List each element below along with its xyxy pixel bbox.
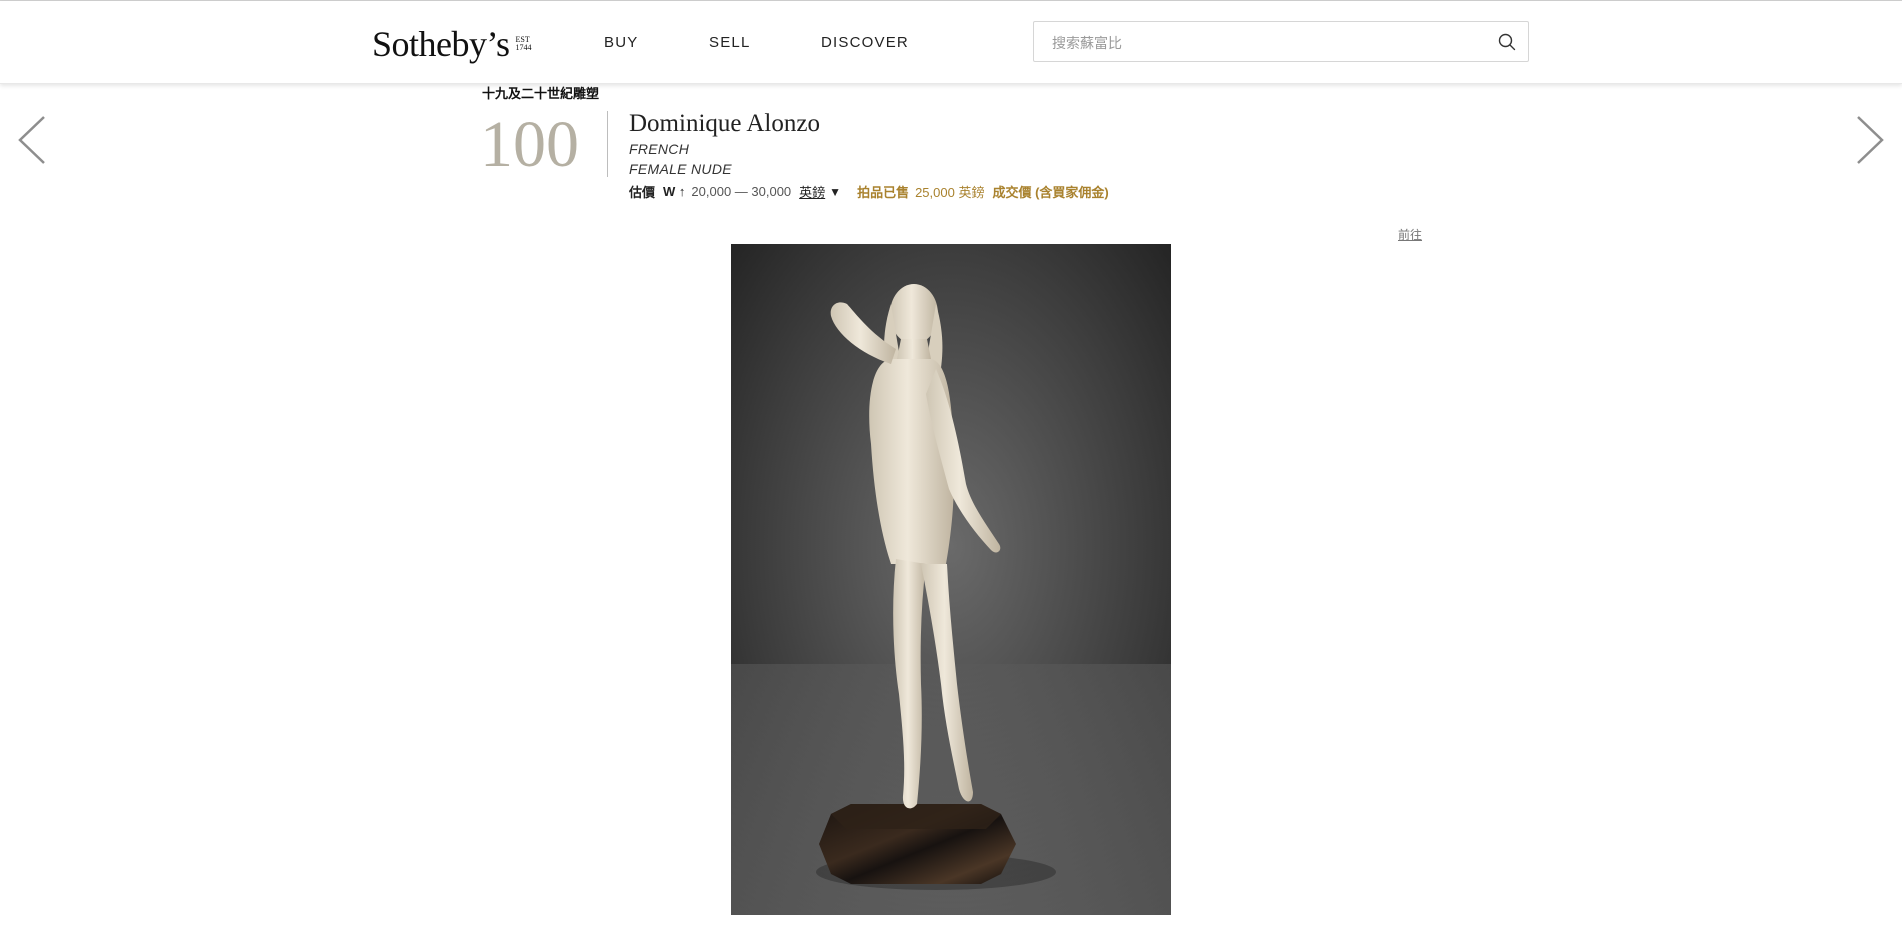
chevron-right-icon[interactable] — [1849, 113, 1889, 167]
estimate-marker: W ↑ — [663, 184, 686, 199]
estimate-range: 20,000 — 30,000 — [691, 184, 792, 199]
caret-down-icon[interactable]: ▼ — [829, 185, 841, 199]
chevron-left-icon[interactable] — [13, 113, 53, 167]
collection-link[interactable]: 十九及二十世紀雕塑 — [482, 83, 599, 102]
estimate-label: 估價 — [629, 185, 656, 200]
goto-link[interactable]: 前往 — [1398, 226, 1422, 243]
search-input[interactable] — [1050, 22, 1484, 63]
logo-est-year: 1744 — [515, 43, 532, 52]
nav-discover[interactable]: DISCOVER — [821, 34, 909, 51]
lot-image[interactable] — [731, 244, 1171, 915]
nav-buy[interactable]: BUY — [604, 34, 638, 51]
lot-number: 100 — [480, 108, 579, 181]
artist-nationality: FRENCH — [629, 141, 690, 157]
site-header: Sotheby’s EST 1744 BUY SELL DISCOVER — [0, 1, 1902, 84]
search-icon[interactable] — [1498, 33, 1516, 51]
sold-premium-note: 成交價 (含買家佣金) — [992, 185, 1109, 200]
currency-selector[interactable]: 英鎊 — [799, 182, 825, 201]
search-box — [1033, 21, 1529, 63]
lot-divider — [607, 111, 608, 177]
sothebys-logo[interactable]: Sotheby’s EST 1744 — [372, 23, 532, 65]
logo-established: EST 1744 — [515, 36, 532, 52]
sold-price: 25,000 英鎊 — [915, 185, 985, 200]
lot-title: FEMALE NUDE — [629, 161, 732, 177]
nav-sell[interactable]: SELL — [709, 34, 751, 51]
sold-label: 拍品已售 — [857, 185, 910, 200]
logo-wordmark: Sotheby’s — [372, 24, 510, 64]
estimate-row: 估價 W ↑ 20,000 — 30,000 英鎊 ▼ 拍品已售 25,000 … — [629, 182, 1109, 201]
artist-name: Dominique Alonzo — [629, 110, 820, 137]
